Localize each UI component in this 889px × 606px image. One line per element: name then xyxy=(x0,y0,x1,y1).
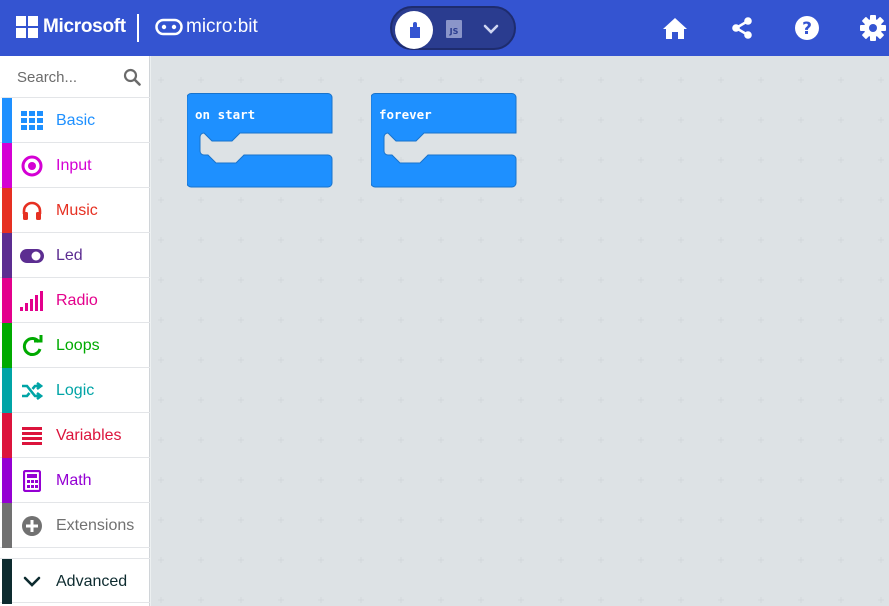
toolbox-sidebar: Search... Basic Input Music Led Radio Lo… xyxy=(0,56,150,606)
toggle-icon xyxy=(20,244,44,268)
svg-text:?: ? xyxy=(802,19,812,39)
headphones-icon xyxy=(20,199,44,223)
category-logic[interactable]: Logic xyxy=(0,368,150,413)
category-label: Radio xyxy=(56,292,98,309)
svg-text:JS: JS xyxy=(449,27,459,36)
list-lines-icon xyxy=(20,424,44,448)
toolbox-search[interactable]: Search... xyxy=(0,56,150,98)
home-button[interactable] xyxy=(661,14,689,42)
forever-block[interactable]: forever xyxy=(370,93,517,194)
category-label: Math xyxy=(56,472,92,489)
category-variables[interactable]: Variables xyxy=(0,413,150,458)
search-icon[interactable] xyxy=(123,68,141,86)
block-label: forever xyxy=(379,107,432,122)
category-color-bar xyxy=(2,98,12,143)
category-basic[interactable]: Basic xyxy=(0,98,150,143)
category-color-bar xyxy=(2,323,12,368)
category-color-bar xyxy=(2,188,12,233)
editor-toggle: JS xyxy=(390,6,516,50)
category-input[interactable]: Input xyxy=(0,143,150,188)
category-color-bar xyxy=(2,413,12,458)
blocks-editor-button[interactable] xyxy=(395,11,433,49)
on-start-block[interactable]: on start xyxy=(186,93,333,194)
category-music[interactable]: Music xyxy=(0,188,150,233)
editor-dropdown-button[interactable] xyxy=(480,19,502,39)
settings-button[interactable] xyxy=(859,14,887,42)
shuffle-icon xyxy=(20,379,44,403)
category-color-bar xyxy=(2,233,12,278)
share-button[interactable] xyxy=(728,14,756,42)
brand-name: Microsoft xyxy=(43,16,126,37)
plus-circle-icon xyxy=(20,514,44,538)
category-advanced[interactable]: Advanced xyxy=(0,558,150,604)
javascript-editor-button[interactable]: JS xyxy=(444,19,464,39)
category-label: Variables xyxy=(56,427,122,444)
category-math[interactable]: Math xyxy=(0,458,150,503)
target-icon xyxy=(20,154,44,178)
grid-icon xyxy=(20,109,44,133)
calculator-icon xyxy=(20,469,44,493)
help-button[interactable]: ? xyxy=(793,14,821,42)
blocks-workspace[interactable]: on start forever xyxy=(151,56,889,606)
top-header: Microsoft micro:bit JS ? xyxy=(0,0,889,56)
category-color-bar xyxy=(2,143,12,188)
category-color-bar xyxy=(2,559,12,604)
category-led[interactable]: Led xyxy=(0,233,150,278)
category-label: Extensions xyxy=(56,517,135,534)
block-label: on start xyxy=(195,107,256,122)
microbit-logo-icon xyxy=(155,18,183,36)
category-label: Logic xyxy=(56,382,95,399)
microsoft-logo-icon xyxy=(16,16,38,38)
category-color-bar xyxy=(2,278,12,323)
category-label: Input xyxy=(56,157,92,174)
category-label: Led xyxy=(56,247,83,264)
category-color-bar xyxy=(2,503,12,548)
header-divider xyxy=(137,14,139,42)
category-radio[interactable]: Radio xyxy=(0,278,150,323)
product-name[interactable]: micro:bit xyxy=(186,16,258,38)
category-label: Basic xyxy=(56,112,96,129)
chevron-down-icon xyxy=(483,24,499,34)
puzzle-icon xyxy=(410,22,420,38)
category-color-bar xyxy=(2,368,12,413)
js-file-icon: JS xyxy=(446,20,462,38)
refresh-icon xyxy=(20,334,44,358)
category-label: Loops xyxy=(56,337,100,354)
category-color-bar xyxy=(2,458,12,503)
help-icon: ? xyxy=(795,16,819,40)
category-label: Advanced xyxy=(56,573,128,590)
category-extensions[interactable]: Extensions xyxy=(0,503,150,548)
category-label: Music xyxy=(56,202,98,219)
signal-bars-icon xyxy=(20,289,44,313)
home-icon xyxy=(663,18,687,39)
share-icon xyxy=(732,17,752,39)
chevron-down-icon xyxy=(20,570,44,594)
search-input[interactable]: Search... xyxy=(17,69,77,86)
category-loops[interactable]: Loops xyxy=(0,323,150,368)
gear-icon xyxy=(860,15,886,41)
